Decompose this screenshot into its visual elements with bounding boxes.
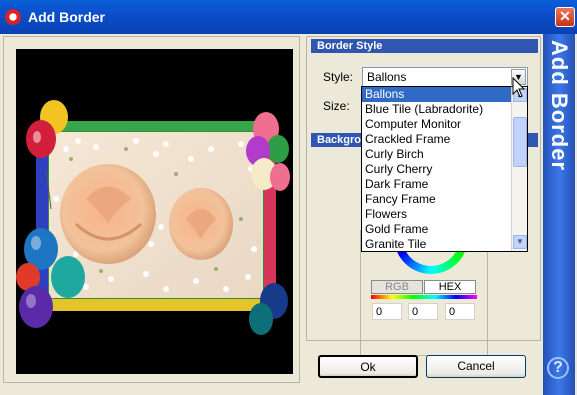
dropdown-option[interactable]: Ballons [362, 87, 512, 102]
tab-rgb[interactable]: RGB [371, 280, 423, 294]
dropdown-option[interactable]: Curly Birch [362, 147, 512, 162]
mouse-pointer-icon [512, 77, 526, 98]
style-select-value: Ballons [367, 70, 407, 84]
close-button[interactable]: ✕ [555, 7, 575, 27]
color-value-field-1[interactable]: 0 [372, 303, 402, 320]
window-title: Add Border [28, 9, 105, 25]
scroll-down-icon[interactable]: ▼ [513, 235, 527, 249]
dropdown-scrollbar[interactable]: ▲ ▼ [511, 87, 527, 251]
color-value-field-2[interactable]: 0 [408, 303, 438, 320]
dropdown-option[interactable]: Granite Tile [362, 237, 512, 252]
style-select[interactable]: Ballons ▼ [362, 67, 528, 87]
dropdown-option[interactable]: Fancy Frame [362, 192, 512, 207]
style-label: Style: [323, 70, 354, 84]
tab-hex[interactable]: HEX [424, 280, 476, 294]
dropdown-option[interactable]: Flowers [362, 207, 512, 222]
cancel-button[interactable]: Cancel [426, 355, 526, 378]
border-style-header: Border Style [311, 39, 538, 53]
color-value-field-3[interactable]: 0 [445, 303, 475, 320]
size-label: Size: [323, 99, 350, 113]
app-logo-icon[interactable] [4, 8, 22, 26]
dropdown-option[interactable]: Gold Frame [362, 222, 512, 237]
border-preview [16, 49, 293, 374]
side-banner-title: Add Border [547, 40, 572, 171]
style-dropdown-list[interactable]: Ballons Blue Tile (Labradorite) Computer… [361, 86, 528, 252]
dropdown-option[interactable]: Curly Cherry [362, 162, 512, 177]
dropdown-option[interactable]: Crackled Frame [362, 132, 512, 147]
side-banner: Add Border [543, 34, 575, 395]
balloon-border-preview-image [16, 100, 290, 335]
dropdown-option[interactable]: Dark Frame [362, 177, 512, 192]
dropdown-option[interactable]: Computer Monitor [362, 117, 512, 132]
help-icon[interactable]: ? [547, 357, 569, 379]
scrollbar-thumb[interactable] [513, 117, 527, 167]
color-spectrum-bar[interactable] [371, 295, 477, 299]
preview-panel [3, 36, 300, 383]
dropdown-option[interactable]: Blue Tile (Labradorite) [362, 102, 512, 117]
ok-button[interactable]: Ok [318, 355, 418, 378]
title-bar[interactable]: Add Border ✕ [0, 0, 577, 34]
